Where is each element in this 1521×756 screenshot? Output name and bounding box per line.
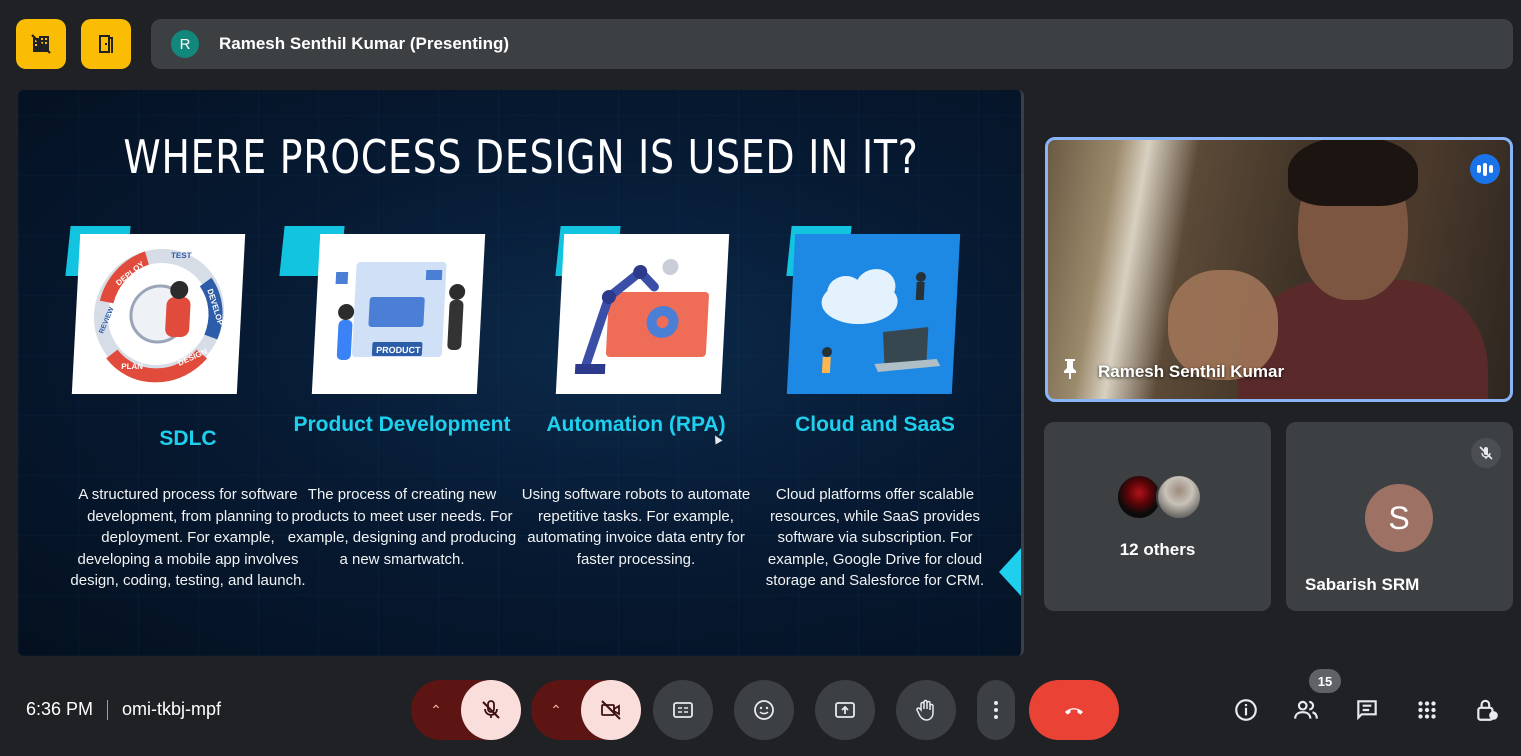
- slide-next-arrow: [999, 548, 1021, 596]
- activities-button[interactable]: [1407, 690, 1447, 730]
- slide-title: WHERE PROCESS DESIGN IS USED IN IT?: [123, 130, 919, 184]
- speaking-indicator-icon: [1470, 154, 1500, 184]
- others-avatars: [1116, 474, 1202, 520]
- cloud-illustration: [786, 234, 961, 394]
- participant-tile-sabarish[interactable]: S Sabarish SRM: [1286, 422, 1513, 611]
- card-description: Using software robots to automate repeti…: [521, 486, 751, 568]
- closed-captions-icon: [673, 702, 693, 718]
- presenting-banner: R Ramesh Senthil Kumar (Presenting): [151, 19, 1513, 69]
- others-tile[interactable]: 12 others: [1044, 422, 1271, 611]
- breakout-rooms-button[interactable]: [81, 19, 131, 69]
- product-board-icon: PRODUCT: [335, 261, 465, 360]
- hang-up-icon: [1065, 708, 1083, 715]
- card-heading: Automation (RPA): [546, 413, 726, 436]
- meeting-info: 6:36 PM omi-tkbj-mpf: [26, 699, 221, 720]
- sdlc-cycle-icon: DEPLOY TEST DEVELOP REVIEW PLAN DESIGN: [93, 248, 225, 382]
- current-time: 6:36 PM: [26, 699, 94, 719]
- video-options-chevron-icon[interactable]: ⌃: [531, 680, 581, 740]
- more-vert-icon: [994, 701, 998, 719]
- others-count-label: 12 others: [1119, 540, 1196, 559]
- card-description: A structured process for software develo…: [70, 486, 306, 589]
- mic-off-icon: [482, 700, 500, 719]
- lock-person-icon: [1477, 699, 1498, 721]
- avatar: S: [1365, 484, 1433, 552]
- divider: [107, 699, 109, 720]
- participant-label: Ramesh Senthil Kumar: [1060, 358, 1284, 385]
- top-bar: R Ramesh Senthil Kumar (Presenting): [16, 19, 1513, 69]
- robot-arm-icon: [574, 258, 709, 374]
- leave-call-button[interactable]: [1029, 680, 1119, 740]
- more-options-button[interactable]: [977, 680, 1015, 740]
- cloud-laptop-icon: [821, 268, 940, 373]
- sdlc-illustration: DEPLOY TEST DEVELOP REVIEW PLAN DESIGN: [71, 234, 246, 394]
- meeting-details-button[interactable]: [1226, 690, 1266, 730]
- mic-off-icon: [1471, 438, 1501, 468]
- label-product: PRODUCT: [375, 345, 420, 355]
- reactions-button[interactable]: [734, 680, 794, 740]
- participant-name: Ramesh Senthil Kumar: [1098, 361, 1285, 381]
- host-controls-button[interactable]: [16, 19, 66, 69]
- presenter-label: Ramesh Senthil Kumar (Presenting): [219, 34, 510, 53]
- present-screen-button[interactable]: [815, 680, 875, 740]
- mic-toggle-button[interactable]: [461, 680, 521, 740]
- video-feed-hair: [1288, 140, 1418, 206]
- card-description: The process of creating new products to …: [287, 486, 517, 568]
- host-controls-lock-button[interactable]: [1467, 690, 1507, 730]
- emoji-icon: [754, 700, 774, 720]
- participant-name: Sabarish SRM: [1305, 575, 1420, 594]
- video-control-group: ⌃: [531, 680, 641, 740]
- pin-icon[interactable]: [1060, 358, 1080, 385]
- avatar: [1156, 474, 1202, 520]
- label-plan: PLAN: [121, 362, 143, 371]
- chat-button[interactable]: [1347, 690, 1387, 730]
- presenter-avatar: R: [171, 30, 199, 58]
- shared-screen-slide: WHERE PROCESS DESIGN IS USED IN IT? DEPL…: [18, 90, 1024, 656]
- card-heading: SDLC: [159, 427, 217, 450]
- product-illustration: PRODUCT: [311, 234, 486, 394]
- pinned-participant-tile[interactable]: Ramesh Senthil Kumar: [1045, 137, 1513, 402]
- captions-button[interactable]: [653, 680, 713, 740]
- camera-toggle-button[interactable]: [581, 680, 641, 740]
- present-screen-icon: [835, 702, 855, 718]
- info-icon: [1235, 699, 1257, 721]
- people-icon: [1294, 700, 1318, 719]
- audio-control-group: ⌃: [411, 680, 521, 740]
- people-button[interactable]: [1286, 690, 1326, 730]
- card-description: Cloud platforms offer scalable resources…: [765, 486, 985, 589]
- automation-illustration: [555, 234, 730, 394]
- meeting-code: omi-tkbj-mpf: [122, 699, 222, 719]
- card-heading: Cloud and SaaS: [795, 413, 955, 436]
- raise-hand-button[interactable]: [896, 680, 956, 740]
- chat-icon: [1357, 700, 1377, 721]
- no-building-icon: [31, 34, 51, 54]
- label-test: TEST: [170, 251, 191, 260]
- door-icon: [99, 35, 113, 53]
- camera-off-icon: [601, 700, 621, 720]
- hand-icon: [916, 699, 934, 721]
- apps-grid-icon: [1418, 701, 1436, 719]
- audio-options-chevron-icon[interactable]: ⌃: [411, 680, 461, 740]
- card-heading: Product Development: [293, 413, 511, 436]
